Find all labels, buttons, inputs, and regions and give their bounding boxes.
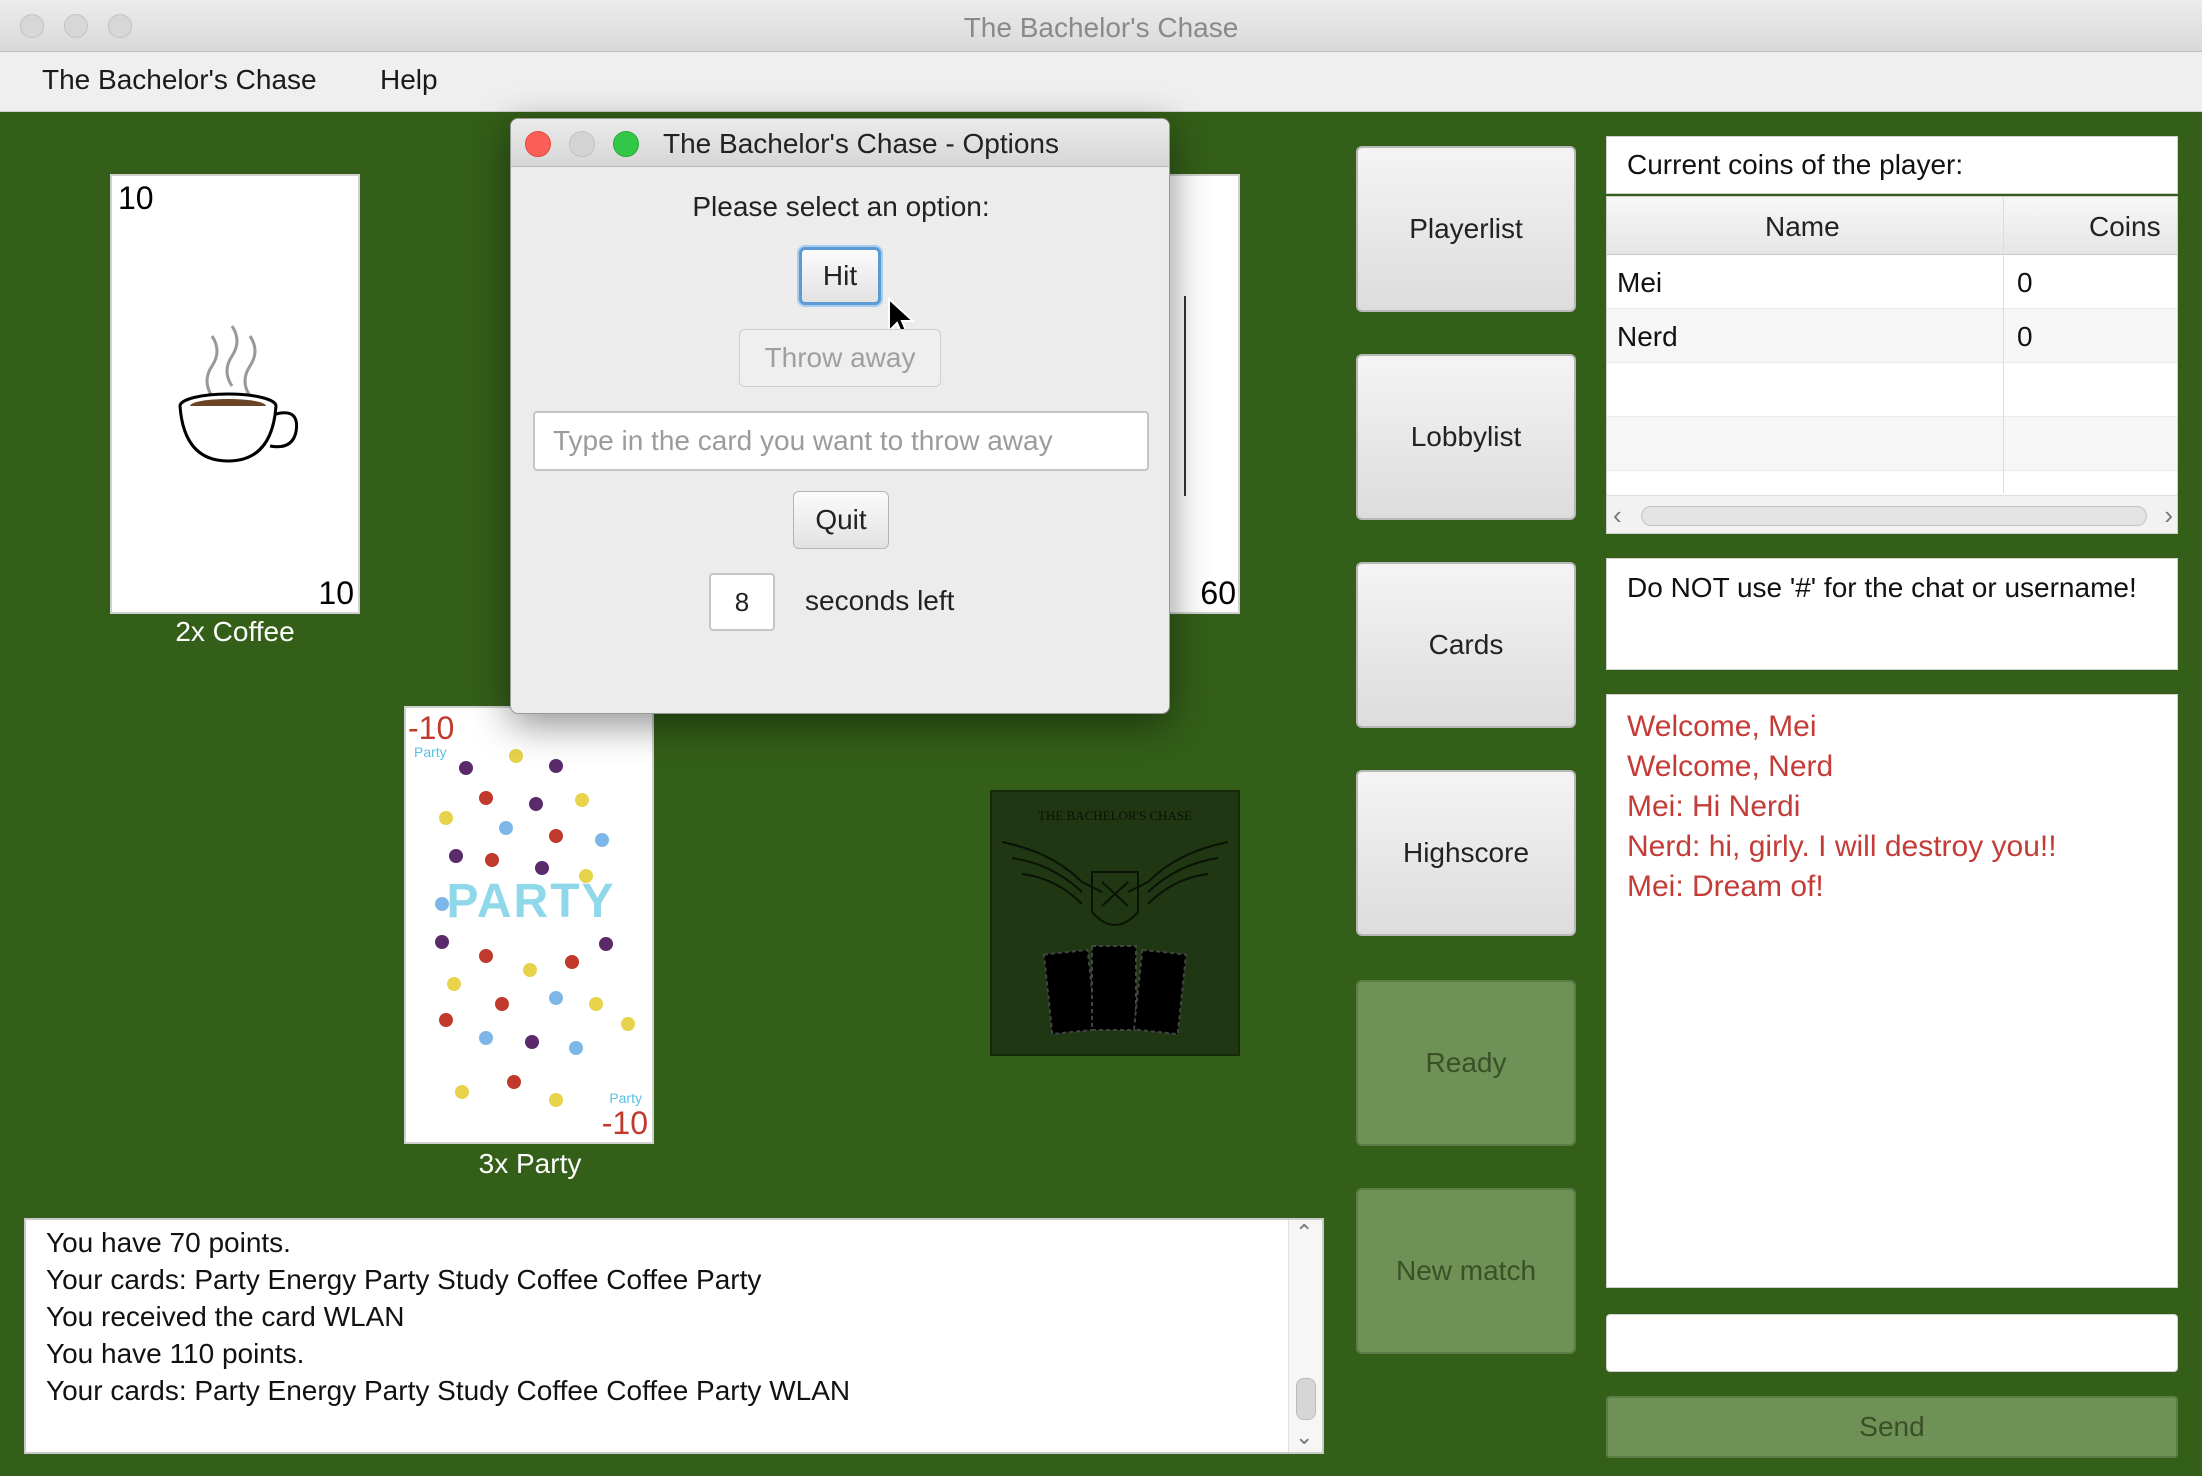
card-hidden-mark [1184, 296, 1186, 496]
table-row[interactable]: Nerd 0 [1607, 309, 2177, 363]
seconds-left-field: 8 [709, 573, 775, 631]
coins-header: Current coins of the player: [1606, 136, 2178, 194]
throw-away-button[interactable]: Throw away [739, 329, 941, 387]
cell-coins: 0 [2017, 321, 2033, 352]
card-party-center-text: PARTY [446, 875, 616, 928]
new-match-button[interactable]: New match [1356, 1188, 1576, 1354]
scroll-down-icon[interactable]: ⌄ [1295, 1424, 1313, 1450]
scrollbar-thumb[interactable] [1296, 1378, 1316, 1420]
log-line: You have 70 points. [46, 1227, 291, 1258]
coins-table: Name Coins Mei 0 Nerd 0 ‹ › [1606, 196, 2178, 534]
chat-input[interactable] [1606, 1314, 2178, 1372]
log-line: Your cards: Party Energy Party Study Cof… [46, 1375, 851, 1406]
card-corner-bottom: -10 [601, 1105, 648, 1141]
menu-help[interactable]: Help [380, 64, 438, 96]
chat-message: Welcome, Mei [1627, 710, 1817, 743]
dialog-title: The Bachelor's Chase - Options [663, 128, 1059, 159]
table-row-empty [1607, 363, 2177, 417]
dialog-close-icon[interactable] [525, 131, 551, 157]
card-party[interactable]: -10 Party PARTY Party -10 [404, 706, 654, 1144]
menu-app[interactable]: The Bachelor's Chase [42, 64, 317, 96]
window-titlebar: The Bachelor's Chase [0, 0, 2202, 52]
column-header-name[interactable]: Name [1765, 211, 1840, 243]
horizontal-scrollbar[interactable]: ‹ › [1607, 495, 2177, 533]
lobbylist-button[interactable]: Lobbylist [1356, 354, 1576, 520]
window-title: The Bachelor's Chase [963, 12, 1239, 43]
chat-message: Welcome, Nerd [1627, 750, 1834, 783]
coffee-cup-icon [178, 325, 299, 463]
chat-message: Mei: Hi Nerdi [1627, 790, 1801, 823]
chat-warning: Do NOT use '#' for the chat or username! [1606, 558, 2178, 670]
cards-button[interactable]: Cards [1356, 562, 1576, 728]
card-coffee-label: 2x Coffee [175, 616, 295, 647]
card-party-label: 3x Party [478, 1148, 582, 1179]
scroll-up-icon[interactable]: ⌃ [1295, 1220, 1313, 1246]
card-mini-text: Party [609, 1090, 642, 1106]
quit-button[interactable]: Quit [793, 491, 889, 549]
dialog-zoom-icon[interactable] [613, 131, 639, 157]
options-dialog: The Bachelor's Chase - Options Please se… [510, 118, 1170, 714]
highscore-button[interactable]: Highscore [1356, 770, 1576, 936]
dialog-titlebar: The Bachelor's Chase - Options [511, 119, 1169, 167]
coins-table-header: Name Coins [1607, 197, 2177, 255]
column-header-coins[interactable]: Coins [2089, 211, 2161, 243]
scroll-right-icon[interactable]: › [2164, 500, 2173, 531]
send-button[interactable]: Send [1606, 1396, 2178, 1458]
seconds-left-label: seconds left [805, 585, 955, 616]
card-hidden-corner: 60 [1200, 575, 1236, 611]
throw-card-input[interactable] [533, 411, 1149, 471]
card-corner-top: 10 [118, 180, 154, 216]
log-line: Your cards: Party Energy Party Study Cof… [46, 1264, 762, 1295]
chat-messages: Welcome, Mei Welcome, Nerd Mei: Hi Nerdi… [1606, 694, 2178, 1288]
hit-button[interactable]: Hit [799, 247, 881, 305]
chat-message: Nerd: hi, girly. I will destroy you!! [1627, 830, 2057, 863]
vertical-scrollbar[interactable]: ⌃ ⌄ [1288, 1220, 1322, 1452]
menu-bar: The Bachelor's Chase Help [0, 52, 2202, 112]
playerlist-button[interactable]: Playerlist [1356, 146, 1576, 312]
card-deck[interactable]: THE BACHELOR'S CHASE [990, 790, 1240, 1056]
scrollbar-thumb[interactable] [1641, 506, 2147, 526]
table-row-empty [1607, 417, 2177, 471]
chat-message: Mei: Dream of! [1627, 870, 1824, 903]
dialog-minimize-icon[interactable] [569, 131, 595, 157]
deck-crest-icon [1001, 841, 1229, 1036]
cell-coins: 0 [2017, 267, 2033, 298]
ready-button[interactable]: Ready [1356, 980, 1576, 1146]
card-corner-bottom: 10 [318, 575, 354, 611]
dialog-prompt: Please select an option: [692, 191, 990, 222]
log-line: You have 110 points. [46, 1338, 305, 1369]
cell-name: Nerd [1617, 321, 1678, 352]
card-coffee[interactable]: 10 10 [110, 174, 360, 614]
game-log[interactable]: You have 70 points. Your cards: Party En… [24, 1218, 1324, 1454]
table-row[interactable]: Mei 0 [1607, 255, 2177, 309]
scroll-left-icon[interactable]: ‹ [1613, 500, 1622, 531]
cell-name: Mei [1617, 267, 1663, 298]
column-divider [2003, 197, 2004, 493]
log-line: You received the card WLAN [46, 1301, 405, 1332]
